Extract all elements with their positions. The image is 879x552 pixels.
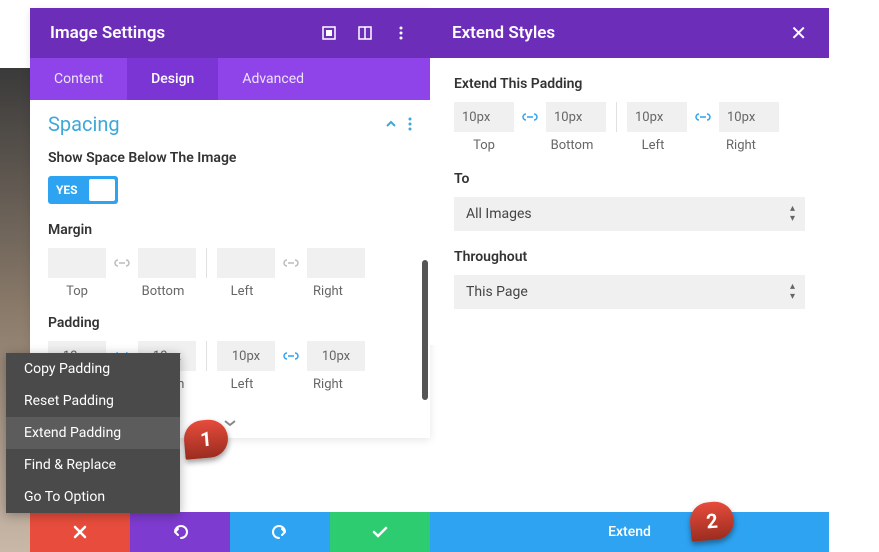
section-header[interactable]: Spacing [48,112,412,136]
ctx-find-replace[interactable]: Find & Replace [6,449,180,481]
redo-button[interactable] [230,512,330,552]
show-space-toggle[interactable]: YES [48,176,118,204]
fullscreen-icon[interactable] [320,24,338,42]
margin-right-label: Right [299,284,357,299]
tab-content[interactable]: Content [30,58,127,100]
margin-left-input[interactable] [217,248,275,278]
callout-1: 1 [182,418,229,460]
tab-design[interactable]: Design [127,58,218,100]
link-icon[interactable] [279,349,303,363]
columns-icon[interactable] [356,24,374,42]
show-space-label: Show Space Below The Image [48,150,412,166]
ext-top-label: Top [454,138,514,153]
margin-bottom-input[interactable] [138,248,196,278]
tabs: Content Design Advanced [30,58,430,100]
ext-top-input[interactable] [454,102,514,132]
margin-top-label: Top [48,284,106,299]
ctx-reset-padding[interactable]: Reset Padding [6,385,180,417]
throughout-label: Throughout [454,249,805,265]
padding-label: Padding [48,315,412,331]
throughout-select-wrap: This Page ▴▾ [454,275,805,309]
extend-this-label: Extend This Padding [454,76,805,92]
panel-header: Image Settings [30,8,430,58]
panel-title: Image Settings [50,23,320,43]
undo-button[interactable] [130,512,230,552]
ext-right-label: Right [711,138,771,153]
link-icon[interactable] [691,110,715,124]
padding-right-input[interactable] [307,341,365,371]
toggle-knob [89,179,115,201]
extend-button[interactable]: Extend [430,512,829,552]
more-icon[interactable] [408,117,412,131]
link-icon[interactable] [518,110,542,124]
section-title: Spacing [48,112,384,136]
save-button[interactable] [330,512,430,552]
ext-right-input[interactable] [719,102,779,132]
toggle-value: YES [48,183,78,197]
chevron-up-icon[interactable] [384,117,398,131]
padding-right-label: Right [299,377,357,392]
to-label: To [454,171,805,187]
ext-left-label: Left [623,138,683,153]
tab-advanced[interactable]: Advanced [218,58,328,100]
ext-bottom-label: Bottom [542,138,602,153]
ext-bottom-input[interactable] [546,102,606,132]
to-select[interactable]: All Images [454,197,805,231]
ctx-go-to-option[interactable]: Go To Option [6,481,180,513]
panel-title: Extend Styles [452,23,790,43]
margin-right-input[interactable] [307,248,365,278]
close-icon[interactable]: ✕ [790,21,807,45]
margin-label: Margin [48,222,412,238]
link-icon[interactable] [110,256,134,270]
padding-left-input[interactable] [217,341,275,371]
margin-left-label: Left [213,284,271,299]
ctx-extend-padding[interactable]: Extend Padding [6,417,180,449]
context-menu: Copy Padding Reset Padding Extend Paddin… [6,353,180,513]
discard-button[interactable] [30,512,130,552]
panel-header: Extend Styles ✕ [430,8,829,58]
margin-group: Margin Top Bottom Left Right [48,222,412,299]
scrollbar[interactable] [422,260,428,400]
to-select-wrap: All Images ▴▾ [454,197,805,231]
panel-body: Extend This Padding Top Bottom Left Righ… [430,58,829,345]
more-icon[interactable] [392,24,410,42]
throughout-select[interactable]: This Page [454,275,805,309]
margin-bottom-label: Bottom [134,284,192,299]
margin-top-input[interactable] [48,248,106,278]
link-icon[interactable] [279,256,303,270]
ctx-copy-padding[interactable]: Copy Padding [6,353,180,385]
padding-left-label: Left [213,377,271,392]
ext-left-input[interactable] [627,102,687,132]
extend-styles-panel: Extend Styles ✕ Extend This Padding Top … [430,8,829,345]
